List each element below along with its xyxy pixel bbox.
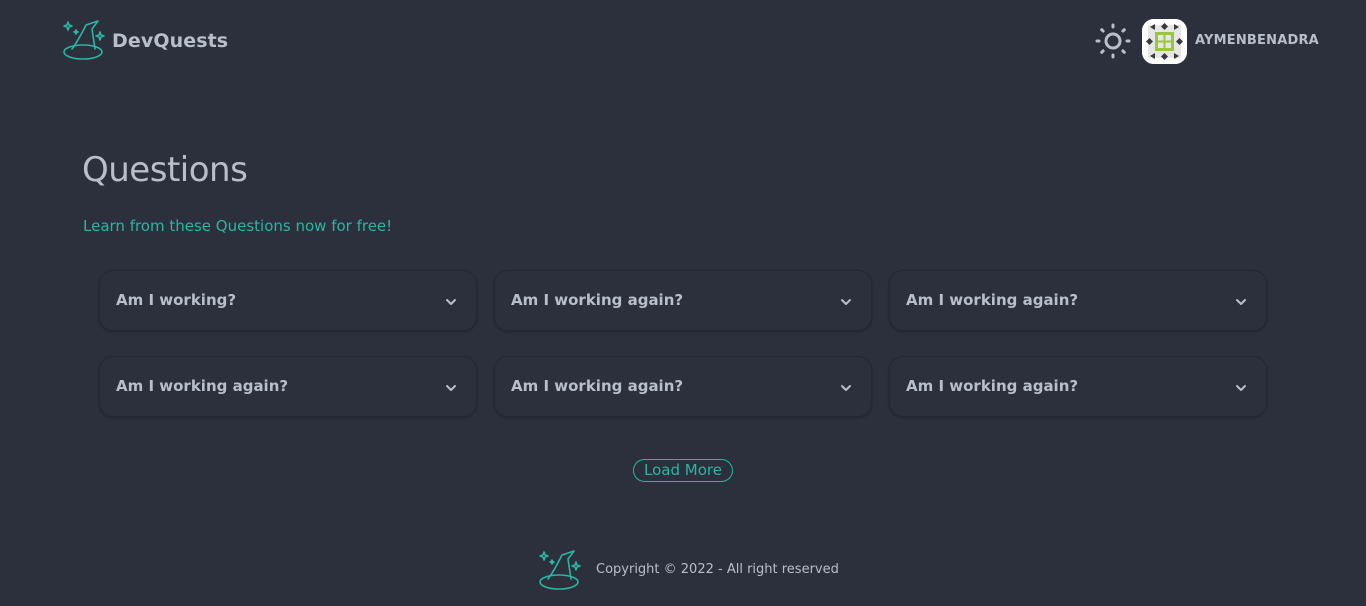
question-title: Am I working again? — [511, 377, 684, 395]
question-card[interactable]: Am I working again? — [889, 270, 1267, 331]
question-title: Am I working again? — [906, 291, 1079, 309]
brand-name: DevQuests — [112, 30, 229, 52]
question-title: Am I working again? — [116, 377, 289, 395]
questions-grid: Am I working? Am I working again? Am I w… — [99, 270, 1267, 417]
page-subtitle: Learn from these Questions now for free! — [83, 217, 393, 235]
top-navbar: DevQuests AYMENBENADRA — [0, 0, 1366, 84]
brand-link[interactable]: DevQuests — [62, 19, 228, 63]
username[interactable]: AYMENBENADRA — [1195, 33, 1319, 48]
question-card[interactable]: Am I working again? — [494, 356, 872, 417]
identicon-avatar — [1142, 19, 1187, 64]
question-card[interactable]: Am I working again? — [494, 270, 872, 331]
question-card[interactable]: Am I working again? — [99, 356, 477, 417]
wizard-hat-icon — [539, 550, 581, 590]
question-title: Am I working again? — [511, 291, 684, 309]
question-title: Am I working again? — [906, 377, 1079, 395]
chevron-down-icon — [841, 385, 851, 391]
question-card[interactable]: Am I working again? — [889, 356, 1267, 417]
page-title: Questions — [82, 150, 248, 190]
chevron-down-icon — [1236, 299, 1246, 305]
wizard-hat-icon — [63, 20, 105, 60]
question-card[interactable]: Am I working? — [99, 270, 477, 331]
chevron-down-icon — [446, 385, 456, 391]
chevron-down-icon — [1236, 385, 1246, 391]
user-avatar[interactable] — [1142, 19, 1187, 64]
copyright-text: Copyright © 2022 - All right reserved — [596, 562, 839, 577]
sun-icon — [1095, 23, 1131, 59]
question-title: Am I working? — [116, 291, 237, 309]
load-more-button[interactable]: Load More — [633, 459, 733, 482]
theme-toggle[interactable] — [1094, 22, 1132, 60]
chevron-down-icon — [446, 299, 456, 305]
chevron-down-icon — [841, 299, 851, 305]
